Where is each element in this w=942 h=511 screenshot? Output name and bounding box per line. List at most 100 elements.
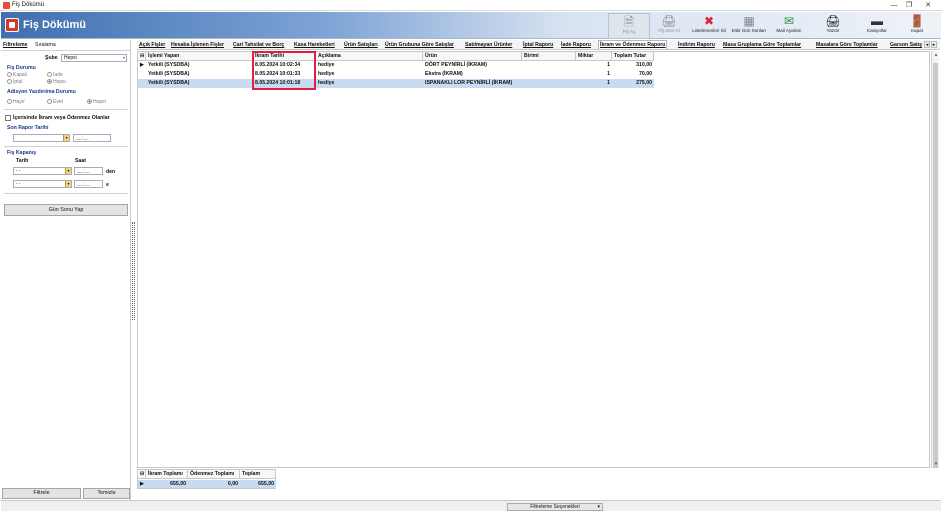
scroll-thumb[interactable] bbox=[933, 63, 938, 468]
grid-vertical-scrollbar[interactable]: ▴ ▾ bbox=[931, 51, 939, 468]
knife-icon: ▬ bbox=[871, 14, 883, 28]
eski-gun-sonlari-label: Eski Gün Sonları bbox=[731, 28, 767, 33]
kapanis-start-time-input[interactable]: __:__ bbox=[74, 167, 103, 175]
scroll-up-icon[interactable]: ▴ bbox=[932, 51, 940, 59]
radio-evet[interactable]: Evet bbox=[47, 99, 63, 105]
cell-islemi-yapan: Yetkili (SYSDBA) bbox=[148, 62, 190, 68]
filter-options-label: Filtreleme Seçenekleri bbox=[530, 504, 580, 510]
kapanis-end-date-input[interactable]: - - ▾ bbox=[13, 180, 72, 188]
listelenenleri-sil-button[interactable]: ✖ Listelenenleri Sil bbox=[688, 13, 730, 39]
calendar-dropdown-icon[interactable]: ▾ bbox=[63, 135, 69, 141]
col-toplam-tutar[interactable]: Toplam Tutar bbox=[612, 52, 654, 61]
kasiyollar-label: Kasiyollar bbox=[867, 28, 887, 33]
col-odenmez-toplami: Ödenmez Toplamı bbox=[188, 470, 240, 479]
tab-masa-gruplama[interactable]: Masa Gruplama Göre Toplamlar bbox=[723, 42, 801, 48]
col-islemi-yapan[interactable]: İşlemi Yapan bbox=[146, 52, 253, 61]
tab-satilmayan[interactable]: Satılmayan Ürünler bbox=[465, 42, 512, 48]
filter-options-dropdown[interactable]: Filtreleme Seçenekleri ▾ bbox=[507, 503, 603, 511]
calendar-dropdown-icon[interactable]: ▾ bbox=[65, 168, 71, 174]
tab-iade-raporu[interactable]: İade Raporu bbox=[561, 42, 591, 48]
filter-panel: Filtreleme Sıralama Şube Hepsi ▾ Fiş Dur… bbox=[1, 40, 131, 501]
adisyon-title: Adisyon Yazdırılma Durumu bbox=[7, 89, 76, 95]
kapat-label: Kapat bbox=[910, 28, 923, 33]
kapanis-start-date-input[interactable]: - - ▾ bbox=[13, 167, 72, 175]
tab-kasa-hareketleri[interactable]: Kasa Hareketleri bbox=[294, 42, 335, 48]
tab-acik-fisler[interactable]: Açık Fişler bbox=[139, 42, 165, 48]
receipt-logo-icon bbox=[5, 18, 19, 32]
fis-ac-label: Fiş Aç bbox=[622, 29, 636, 34]
window-title: Fiş Dökümü bbox=[12, 2, 45, 8]
filtrele-button[interactable]: Filtrele bbox=[2, 488, 81, 499]
minimize-button[interactable]: — bbox=[888, 1, 900, 10]
summary-ikram-value: 655,00 bbox=[170, 481, 186, 487]
tab-filtreleme[interactable]: Filtreleme bbox=[3, 42, 28, 48]
cell-miktar: 1 bbox=[607, 62, 610, 68]
cell-islemi-yapan: Yetkili (SYSDBA) bbox=[148, 71, 190, 77]
fis-ac-button[interactable]: 🗎 Fiş Aç bbox=[608, 13, 650, 39]
tab-siralama[interactable]: Sıralama bbox=[35, 42, 56, 48]
tab-scroll-right-icon[interactable]: ▸ bbox=[931, 41, 937, 48]
col-aciklama[interactable]: Açıklama bbox=[316, 52, 423, 61]
fis-geri-al-label: Fiş Geri Al bbox=[658, 28, 680, 33]
delete-icon: ✖ bbox=[703, 14, 715, 28]
cell-aciklama: hediye bbox=[318, 62, 335, 68]
eski-gun-sonlari-button[interactable]: ▦ Eski Gün Sonları bbox=[728, 13, 770, 39]
yazdir-label: Yazdır bbox=[826, 28, 840, 33]
radio-adisyon-hepsi[interactable]: Hepsi bbox=[87, 99, 106, 105]
radio-iade[interactable]: İade bbox=[47, 72, 63, 78]
cell-birimi bbox=[522, 61, 576, 70]
sube-select[interactable]: Hepsi ▾ bbox=[61, 54, 127, 62]
radio-iptal[interactable]: İptal bbox=[7, 79, 22, 85]
gun-sonu-yap-button[interactable]: Gün Sonu Yap bbox=[4, 204, 128, 216]
sube-value: Hepsi bbox=[64, 55, 77, 61]
radio-hepsi[interactable]: Hepsi bbox=[47, 79, 66, 85]
table-row[interactable]: Yetkili (SYSDBA) 8.05.2024 10:01:18 hedi… bbox=[138, 79, 654, 88]
maximize-button[interactable]: ❐ bbox=[903, 1, 915, 10]
calendar-dropdown-icon[interactable]: ▾ bbox=[65, 181, 71, 187]
radio-kapali[interactable]: Kapalı bbox=[7, 72, 27, 78]
scroll-down-icon[interactable]: ▾ bbox=[932, 460, 940, 468]
son-rapor-time-input[interactable]: __:__ bbox=[73, 134, 111, 142]
col-birimi[interactable]: Birimi bbox=[522, 52, 576, 61]
tab-iptal-raporu[interactable]: İptal Raporu bbox=[523, 42, 553, 48]
yazdir-button[interactable]: 🖨 Yazdır bbox=[812, 13, 854, 39]
col-miktar[interactable]: Miktar bbox=[576, 52, 612, 61]
cell-aciklama: hediye bbox=[318, 80, 335, 86]
kasiyollar-button[interactable]: ▬ Kasiyollar bbox=[856, 13, 898, 39]
tab-garson-satis[interactable]: Garson Satış bbox=[890, 42, 922, 48]
tab-urun-grubu[interactable]: Ürün Grubuna Göre Satışlar bbox=[385, 42, 454, 48]
cell-birimi bbox=[522, 70, 576, 79]
mail-settings-icon: ✉ bbox=[783, 14, 795, 28]
col-urun[interactable]: Ürün bbox=[423, 52, 522, 61]
mail-ayarlari-button[interactable]: ✉ Mail Ayarları bbox=[768, 13, 810, 39]
kapanis-end-time-input[interactable]: __:__ bbox=[74, 180, 103, 188]
kapat-button[interactable]: 🚪 Kapat bbox=[896, 13, 938, 39]
tab-ikram-odenmez[interactable]: İkram ve Ödenmez Raporu bbox=[598, 40, 668, 49]
ikram-tarihi-highlight bbox=[252, 51, 316, 90]
tab-indirim-raporu[interactable]: İndirim Raporu bbox=[678, 42, 715, 48]
ikram-checkbox[interactable] bbox=[5, 115, 11, 121]
ikram-check-label: İçerisinde İkram veya Ödenmez Olanlar bbox=[13, 115, 110, 121]
tab-scroll-left-icon[interactable]: ◂ bbox=[924, 41, 930, 48]
table-row[interactable]: Yetkili (SYSDBA) 8.05.2024 10:01:33 hedi… bbox=[138, 70, 654, 79]
tab-hesaba-islenen[interactable]: Hesaba İşlenen Fişler bbox=[171, 42, 224, 48]
header-banner: Fiş Dökümü 🗎 Fiş Aç 🖨 Fiş Geri Al ✖ List… bbox=[1, 12, 941, 39]
table-row[interactable]: ▶ Yetkili (SYSDBA) 8.05.2024 10:02:34 he… bbox=[138, 61, 654, 70]
radio-hayir[interactable]: Hayır bbox=[7, 99, 25, 105]
summary-corner: ⊟ bbox=[138, 470, 146, 479]
tab-cari-tahsilat[interactable]: Cari Tahsilat ve Borç bbox=[233, 42, 284, 48]
col-ikram-toplami: İkram Toplamı bbox=[146, 470, 188, 479]
fis-geri-al-button[interactable]: 🖨 Fiş Geri Al bbox=[648, 13, 690, 39]
tab-masalara-gore[interactable]: Masalara Göre Toplamlar bbox=[816, 42, 878, 48]
app-icon bbox=[3, 2, 10, 9]
tab-urun-satislari[interactable]: Ürün Satışları bbox=[344, 42, 378, 48]
temizle-button[interactable]: Temizle bbox=[83, 488, 130, 499]
report-grid: ⊟ İşlemi Yapan İkram Tarihi Açıklama Ürü… bbox=[137, 51, 930, 468]
cell-urun: Ekstra (İKRAM) bbox=[425, 71, 463, 77]
col-toplam: Toplam bbox=[240, 470, 276, 479]
close-window-button[interactable]: ✕ bbox=[922, 1, 934, 10]
archive-icon: ▦ bbox=[743, 14, 755, 28]
chevron-down-icon: ▾ bbox=[597, 504, 600, 510]
panel-splitter[interactable] bbox=[132, 222, 135, 320]
son-rapor-date-input[interactable]: ▾ bbox=[13, 134, 70, 142]
